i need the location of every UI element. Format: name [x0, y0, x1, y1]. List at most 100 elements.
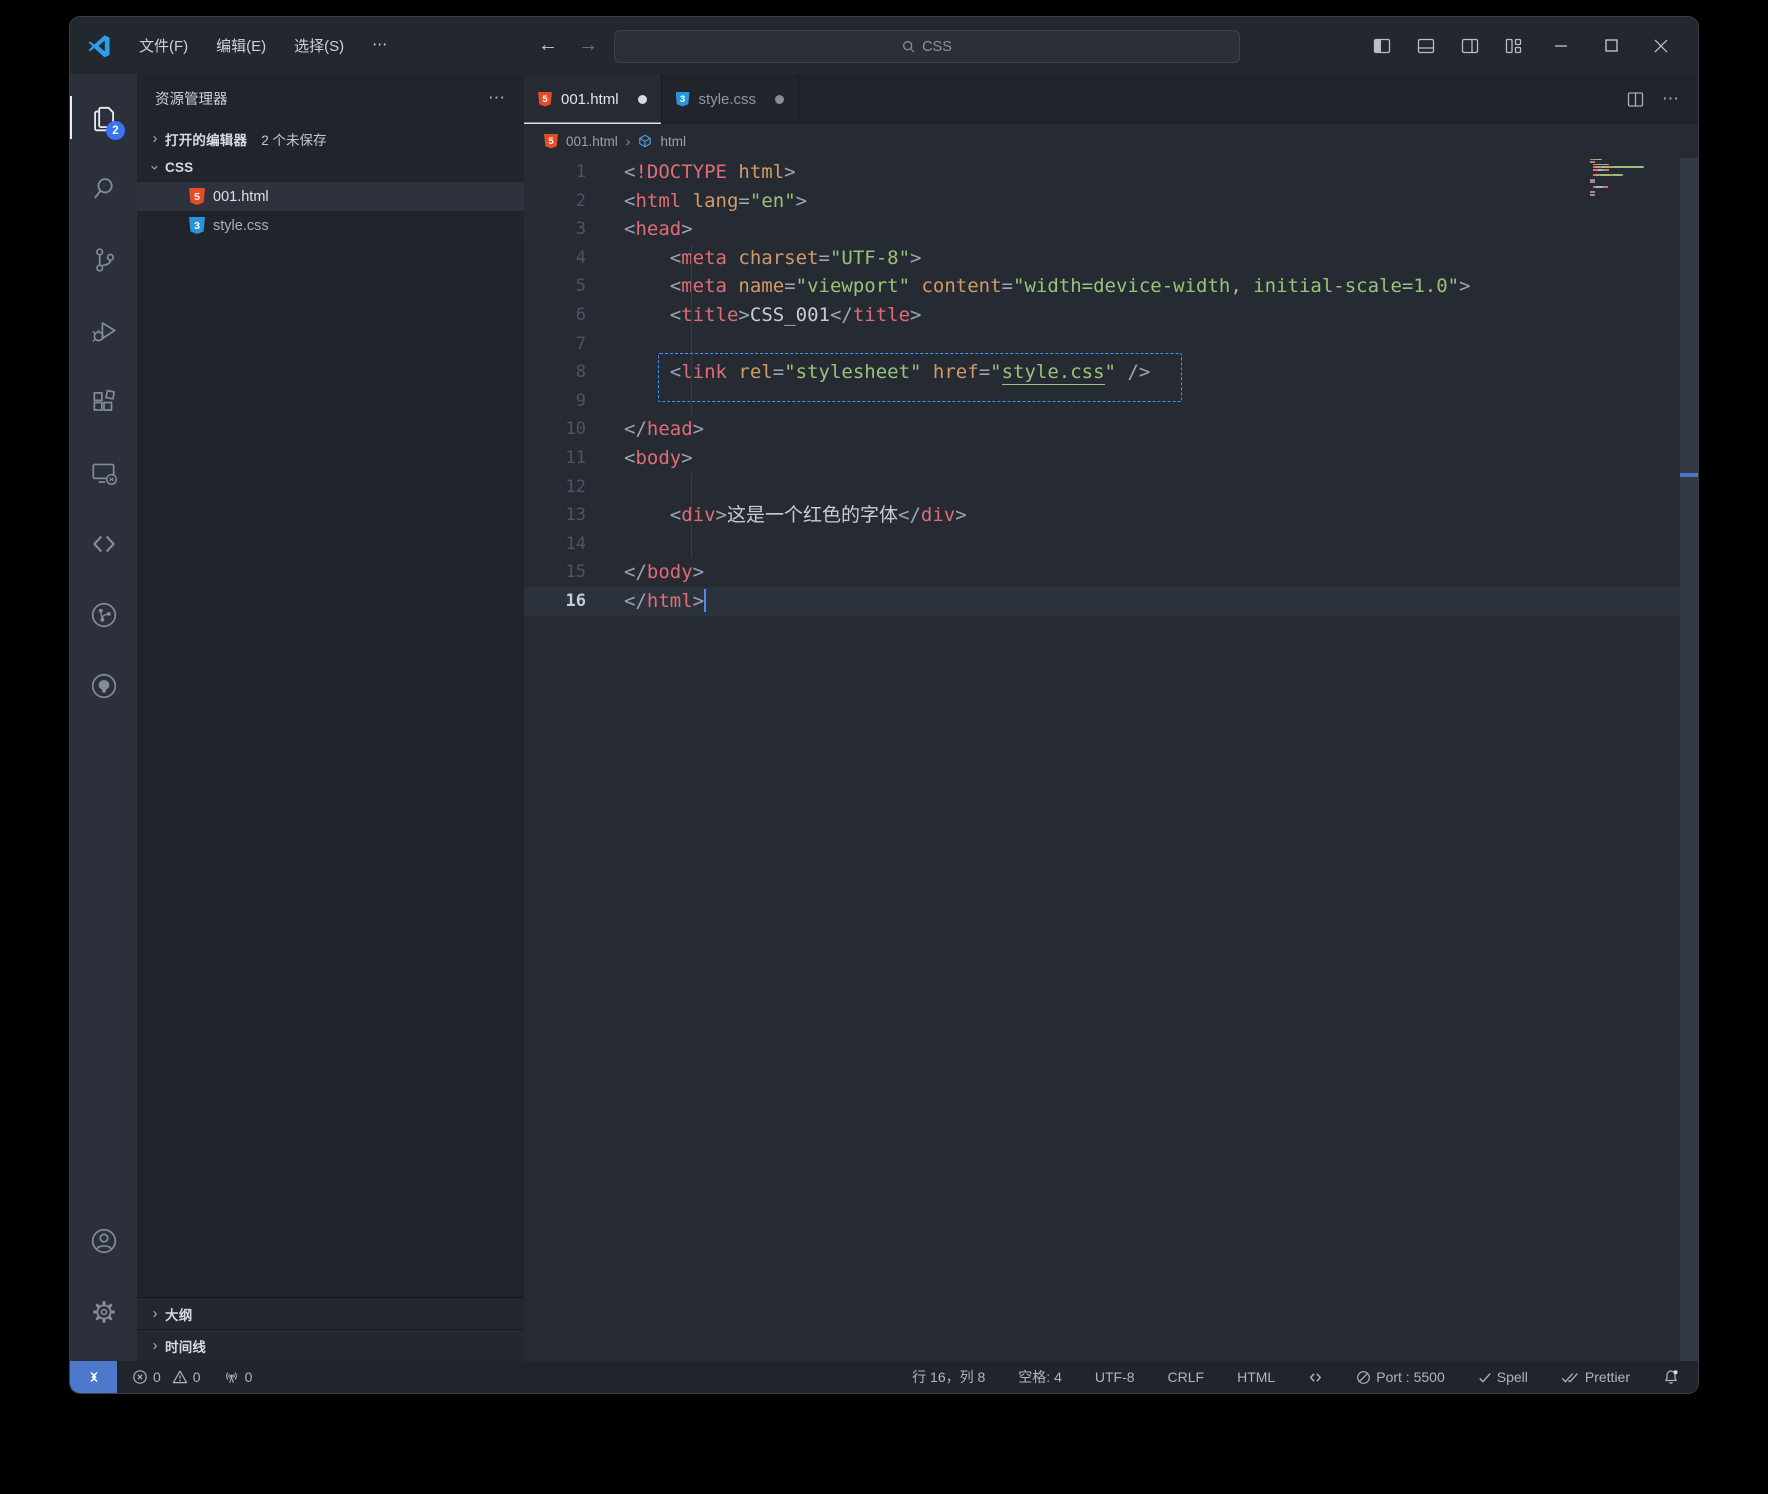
code-line[interactable]: 12: [524, 473, 1698, 502]
sidebar-title: 资源管理器 ⋯: [137, 82, 524, 114]
folder-css-section[interactable]: › CSS: [137, 153, 524, 182]
code-line[interactable]: 7: [524, 330, 1698, 359]
toggle-secondary-sidebar-icon[interactable]: [1450, 27, 1490, 65]
spell-checker-button[interactable]: Spell: [1475, 1369, 1531, 1385]
minimize-button[interactable]: [1538, 27, 1584, 65]
tab-001-html[interactable]: 5 001.html: [524, 74, 662, 124]
more-actions-button[interactable]: ⋯: [1662, 89, 1680, 109]
code-line[interactable]: 13 <div>这是一个红色的字体</div>: [524, 501, 1698, 530]
activity-remote-explorer[interactable]: [70, 437, 137, 508]
toggle-sidebar-icon[interactable]: [1362, 27, 1402, 65]
code-brackets-icon: [89, 529, 119, 559]
nav-forward-button[interactable]: →: [578, 17, 598, 74]
ports-count: 0: [245, 1369, 253, 1385]
code-line[interactable]: 8 <link rel="stylesheet" href="style.css…: [524, 358, 1698, 387]
activity-git-graph[interactable]: [70, 579, 137, 650]
language-indicator[interactable]: HTML: [1234, 1369, 1278, 1385]
account-icon[interactable]: [70, 1205, 137, 1276]
activity-live-preview[interactable]: [70, 508, 137, 579]
code-line[interactable]: 5 <meta name="viewport" content="width=d…: [524, 272, 1698, 301]
file-row-001-html[interactable]: 5 001.html: [137, 182, 524, 211]
tab-style-css[interactable]: 3 style.css: [662, 74, 800, 124]
indent-indicator[interactable]: 空格: 4: [1015, 1367, 1065, 1387]
breadcrumb-symbol[interactable]: html: [660, 134, 686, 149]
breadcrumb-separator: ›: [626, 133, 631, 149]
menu-overflow[interactable]: ⋯: [358, 28, 401, 63]
minimap[interactable]: [1590, 158, 1652, 197]
activity-run-debug[interactable]: [70, 295, 137, 366]
unsaved-dot-icon[interactable]: [775, 95, 784, 104]
split-editor-icon[interactable]: [1627, 91, 1644, 108]
activity-extensions[interactable]: [70, 366, 137, 437]
breadcrumb-file[interactable]: 001.html: [566, 134, 618, 149]
prettier-button[interactable]: Prettier: [1558, 1369, 1633, 1385]
eol-indicator[interactable]: CRLF: [1165, 1369, 1208, 1385]
toggle-panel-icon[interactable]: [1406, 27, 1446, 65]
explorer-actions-button[interactable]: ⋯: [488, 88, 506, 108]
search-value: CSS: [922, 39, 952, 55]
activity-explorer[interactable]: 2: [70, 82, 137, 153]
radio-tower-icon: [223, 1369, 240, 1385]
nav-back-button[interactable]: ←: [538, 17, 558, 74]
open-editors-label: 打开的编辑器: [165, 129, 247, 149]
unsaved-count-badge: 2: [106, 121, 125, 140]
activity-github[interactable]: [70, 650, 137, 721]
remote-indicator-button[interactable]: [70, 1361, 117, 1393]
encoding-indicator[interactable]: UTF-8: [1092, 1369, 1138, 1385]
html5-file-icon: 5: [189, 188, 205, 205]
file-name: 001.html: [213, 189, 269, 205]
menu-edit[interactable]: 编辑(E): [202, 28, 280, 63]
maximize-button[interactable]: [1588, 27, 1634, 65]
code-line[interactable]: 2<html lang="en">: [524, 187, 1698, 216]
editor-area: 5 001.html 3 style.css ⋯: [524, 74, 1698, 1361]
code-line[interactable]: 1<!DOCTYPE html>: [524, 158, 1698, 187]
activity-search[interactable]: [70, 153, 137, 224]
scrollbar[interactable]: [1680, 158, 1698, 1361]
file-name: style.css: [213, 218, 269, 234]
double-check-icon: [1561, 1371, 1580, 1384]
code-line[interactable]: 15</body>: [524, 558, 1698, 587]
live-server-port-button[interactable]: Port : 5500: [1353, 1369, 1448, 1385]
vscode-window: 文件(F) 编辑(E) 选择(S) ⋯ ← → CSS: [70, 17, 1698, 1393]
file-row-style-css[interactable]: 3 style.css: [137, 211, 524, 240]
errors-warnings-button[interactable]: 0 0: [129, 1369, 204, 1385]
code-line[interactable]: 10</head>: [524, 415, 1698, 444]
command-center-search[interactable]: CSS: [614, 30, 1240, 63]
code-line[interactable]: 14: [524, 530, 1698, 559]
activity-source-control[interactable]: [70, 224, 137, 295]
outline-label: 大纲: [165, 1304, 192, 1324]
menu-bar: 文件(F) 编辑(E) 选择(S) ⋯: [125, 28, 401, 63]
code-line[interactable]: 6 <title>CSS_001</title>: [524, 301, 1698, 330]
unsaved-dot-icon[interactable]: [638, 95, 647, 104]
activity-bar: 2: [70, 74, 137, 1361]
warning-icon: [172, 1369, 188, 1385]
code-line[interactable]: 16</html>: [524, 587, 1698, 616]
notifications-bell-button[interactable]: [1660, 1369, 1682, 1385]
extensions-icon: [89, 387, 119, 417]
customize-layout-icon[interactable]: [1494, 27, 1534, 65]
error-count: 0: [153, 1369, 161, 1385]
timeline-section[interactable]: › 时间线: [137, 1329, 524, 1361]
open-editors-section[interactable]: › 打开的编辑器 2 个未保存: [137, 124, 524, 153]
prettier-label: Prettier: [1585, 1369, 1630, 1385]
code-line[interactable]: 9: [524, 387, 1698, 416]
code-line[interactable]: 11<body>: [524, 444, 1698, 473]
outline-section[interactable]: › 大纲: [137, 1297, 524, 1329]
menu-selection[interactable]: 选择(S): [280, 28, 358, 63]
line-col-indicator[interactable]: 行 16，列 8: [909, 1367, 988, 1387]
ports-button[interactable]: 0: [220, 1369, 256, 1385]
tab-strip: 5 001.html 3 style.css ⋯: [524, 74, 1698, 124]
explorer-empty-area[interactable]: [137, 240, 524, 1297]
tab-label: style.css: [699, 91, 757, 108]
code-line[interactable]: 4 <meta charset="UTF-8">: [524, 244, 1698, 273]
code-line[interactable]: 3<head>: [524, 215, 1698, 244]
title-bar: 文件(F) 编辑(E) 选择(S) ⋯ ← → CSS: [70, 17, 1698, 74]
settings-gear-icon[interactable]: [70, 1276, 137, 1347]
github-icon: [89, 671, 119, 701]
menu-file[interactable]: 文件(F): [125, 28, 202, 63]
code-lines: 1<!DOCTYPE html>2<html lang="en">3<head>…: [524, 158, 1698, 616]
live-share-button[interactable]: [1305, 1370, 1326, 1385]
close-window-button[interactable]: [1638, 27, 1684, 65]
vscode-logo-icon: [87, 34, 111, 58]
code-editor[interactable]: 1<!DOCTYPE html>2<html lang="en">3<head>…: [524, 158, 1698, 1361]
